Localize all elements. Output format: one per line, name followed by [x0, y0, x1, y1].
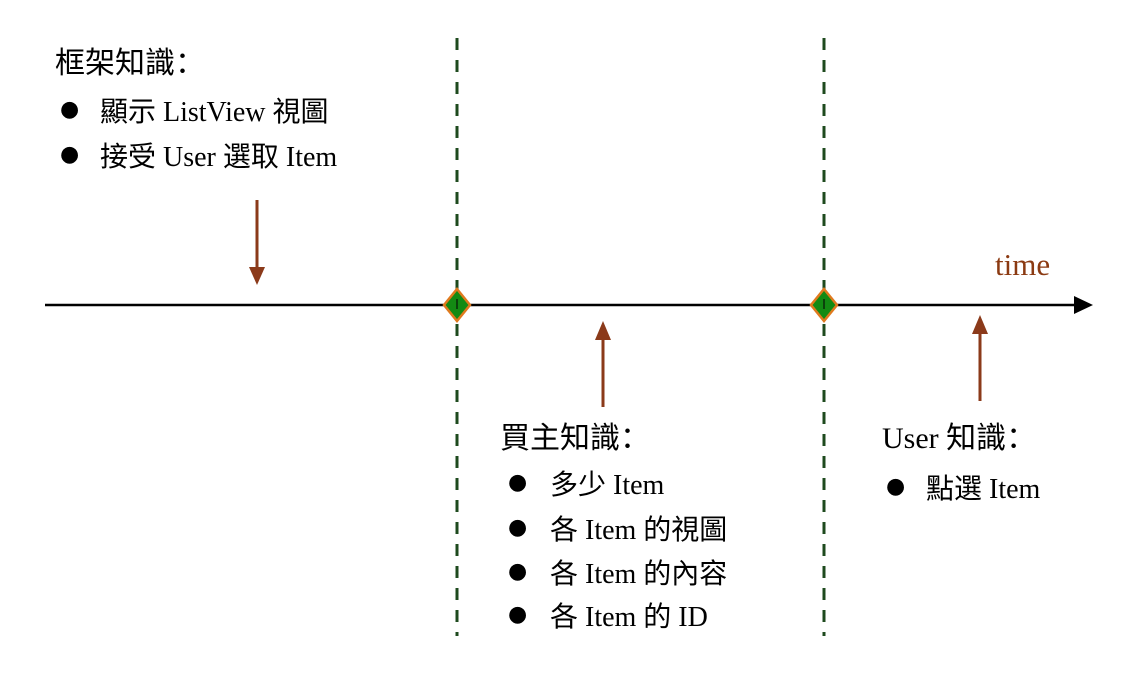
bullet-icon: ● — [508, 515, 528, 540]
milestone-diamond-1 — [442, 287, 472, 323]
buyer-knowledge-title: 買主知識： — [500, 422, 650, 455]
framework-item-text: 顯示 ListView 視圖 — [100, 97, 329, 128]
user-item-text: 點選 Item — [926, 474, 1041, 505]
time-label: time — [995, 247, 1051, 282]
bullet-icon: ● — [60, 97, 80, 122]
bullet-icon: ● — [508, 559, 528, 584]
list-item: ● 各 Item 的 ID — [508, 597, 708, 633]
buyer-item-text: 多少 Item — [550, 470, 665, 501]
list-item: ● 各 Item 的內容 — [508, 554, 727, 590]
list-item: ● 顯示 ListView 視圖 — [60, 92, 329, 128]
bullet-icon: ● — [508, 602, 528, 627]
list-item: ● 各 Item 的視圖 — [508, 510, 727, 546]
list-item: ● 接受 User 選取 Item — [60, 137, 337, 173]
buyer-up-arrow — [595, 321, 611, 407]
framework-knowledge-title: 框架知識： — [55, 47, 205, 80]
bullet-icon: ● — [60, 142, 80, 167]
user-knowledge-title: User 知識： — [882, 422, 1037, 455]
bullet-icon: ● — [508, 470, 528, 495]
buyer-item-text: 各 Item 的內容 — [550, 559, 728, 590]
bullet-icon: ● — [886, 474, 906, 499]
buyer-item-text: 各 Item 的視圖 — [550, 515, 728, 546]
list-item: ● 點選 Item — [886, 469, 1040, 505]
framework-down-arrow — [249, 200, 265, 285]
framework-item-text: 接受 User 選取 Item — [100, 142, 338, 173]
buyer-item-text: 各 Item 的 ID — [550, 602, 708, 633]
user-up-arrow — [972, 315, 988, 401]
milestone-diamond-2 — [809, 287, 839, 323]
list-item: ● 多少 Item — [508, 465, 664, 501]
time-axis-arrowhead — [1074, 296, 1093, 314]
